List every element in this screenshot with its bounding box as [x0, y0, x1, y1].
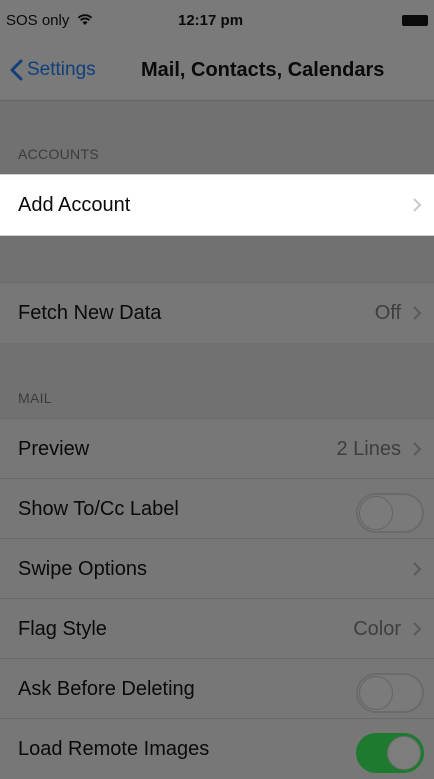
- show-to-cc-row: Show To/Cc Label: [0, 478, 434, 539]
- chevron-left-icon: [10, 59, 23, 81]
- toggle-knob: [387, 736, 421, 770]
- toggle-knob: [359, 676, 393, 710]
- status-carrier: SOS only: [6, 12, 93, 29]
- chevron-right-icon: [413, 442, 422, 456]
- page-title: Mail, Contacts, Calendars: [141, 59, 385, 81]
- ask-before-deleting-toggle[interactable]: [356, 673, 424, 713]
- back-button[interactable]: Settings: [10, 59, 96, 81]
- flag-style-label: Flag Style: [18, 618, 107, 640]
- preview-label: Preview: [18, 438, 90, 460]
- add-account-row[interactable]: Add Account: [0, 174, 434, 236]
- carrier-label: SOS only: [6, 12, 70, 29]
- ask-before-deleting-label: Ask Before Deleting: [18, 678, 195, 700]
- load-remote-images-label: Load Remote Images: [18, 738, 210, 760]
- status-time: 12:17 pm: [178, 12, 244, 29]
- load-remote-images-toggle[interactable]: [356, 733, 424, 773]
- chevron-right-icon: [413, 306, 422, 320]
- chevron-right-icon: [413, 622, 422, 636]
- show-to-cc-label: Show To/Cc Label: [18, 498, 179, 520]
- battery-icon: [402, 15, 428, 26]
- preview-row[interactable]: Preview 2 Lines: [0, 418, 434, 479]
- fetch-new-data-value: Off: [374, 302, 401, 324]
- add-account-label: Add Account: [18, 194, 131, 216]
- fetch-new-data-label: Fetch New Data: [18, 302, 162, 324]
- chevron-right-icon: [413, 198, 422, 212]
- section-header-mail: MAIL: [18, 390, 52, 406]
- status-bar: SOS only 12:17 pm: [0, 0, 434, 40]
- fetch-new-data-row[interactable]: Fetch New Data Off: [0, 282, 434, 343]
- show-to-cc-toggle[interactable]: [356, 493, 424, 533]
- swipe-options-label: Swipe Options: [18, 558, 147, 580]
- flag-style-row[interactable]: Flag Style Color: [0, 598, 434, 659]
- preview-value: 2 Lines: [336, 438, 402, 460]
- toggle-knob: [359, 496, 393, 530]
- navigation-bar: Settings Mail, Contacts, Calendars: [0, 40, 434, 101]
- swipe-options-row[interactable]: Swipe Options: [0, 538, 434, 599]
- chevron-right-icon: [413, 562, 422, 576]
- flag-style-value: Color: [353, 618, 401, 640]
- back-label: Settings: [27, 59, 96, 80]
- wifi-icon: [77, 14, 92, 25]
- load-remote-images-row: Load Remote Images: [0, 718, 434, 779]
- section-header-accounts: ACCOUNTS: [18, 146, 99, 162]
- ask-before-deleting-row: Ask Before Deleting: [0, 658, 434, 719]
